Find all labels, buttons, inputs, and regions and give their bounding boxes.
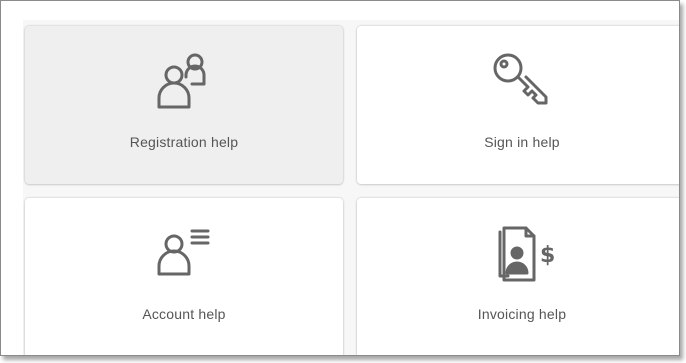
account-help-tile[interactable]: Account help	[25, 198, 343, 355]
users-icon	[152, 50, 216, 110]
registration-help-label: Registration help	[129, 134, 239, 150]
registration-help-tile[interactable]: Registration help	[25, 26, 343, 184]
account-details-icon	[152, 224, 216, 284]
svg-text:$: $	[540, 243, 554, 268]
account-help-label: Account help	[142, 306, 226, 322]
invoicing-help-label: Invoicing help	[477, 306, 567, 322]
sign-in-help-label: Sign in help	[484, 134, 560, 150]
help-window: Registration help Sign in help Account h…	[0, 0, 680, 356]
invoicing-help-tile[interactable]: $ Invoicing help	[357, 198, 679, 355]
key-icon	[490, 50, 554, 110]
help-tiles-grid: Registration help Sign in help Account h…	[23, 20, 679, 355]
invoice-icon: $	[490, 224, 555, 284]
sign-in-help-tile[interactable]: Sign in help	[357, 26, 679, 184]
